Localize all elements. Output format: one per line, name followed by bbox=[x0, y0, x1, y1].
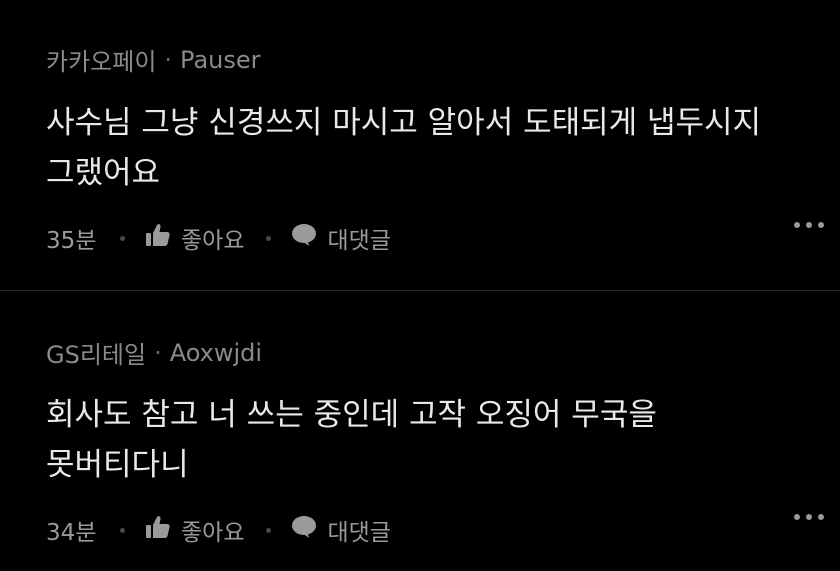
meta-separator: · bbox=[164, 45, 173, 74]
comment-author-line: GS리테일 · Aoxwjdi bbox=[46, 335, 262, 370]
author-company[interactable]: GS리테일 bbox=[46, 335, 146, 370]
author-nickname[interactable]: Pauser bbox=[180, 46, 260, 74]
reply-label: 대댓글 bbox=[327, 228, 391, 254]
more-dots-icon[interactable] bbox=[794, 514, 824, 520]
reply-button[interactable]: 대댓글 bbox=[291, 513, 391, 547]
comment-author-line: 카카오페이 · Pauser bbox=[46, 42, 261, 77]
dot bbox=[794, 222, 800, 228]
reply-label: 대댓글 bbox=[327, 520, 391, 546]
dot bbox=[806, 222, 812, 228]
comment-time: 35분 bbox=[46, 228, 97, 254]
dot bbox=[794, 514, 800, 520]
comment-actions: 35분 좋아요 대댓글 bbox=[46, 220, 824, 256]
comment-actions: 34분 좋아요 대댓글 bbox=[46, 512, 824, 548]
thumbs-up-icon bbox=[145, 515, 171, 545]
dot bbox=[818, 514, 824, 520]
comment-time: 34분 bbox=[46, 520, 97, 546]
thumbs-up-icon bbox=[145, 223, 171, 253]
meta-separator: · bbox=[154, 338, 162, 367]
dot bbox=[818, 222, 824, 228]
action-separator bbox=[120, 235, 125, 241]
comment-item: GS리테일 · Aoxwjdi 회사도 참고 너 쓰는 중인데 고작 오징어 무… bbox=[0, 291, 840, 571]
more-dots-icon[interactable] bbox=[794, 222, 824, 228]
reply-button[interactable]: 대댓글 bbox=[291, 221, 391, 255]
action-separator bbox=[266, 527, 272, 533]
like-button[interactable]: 좋아요 bbox=[145, 221, 244, 255]
author-nickname[interactable]: Aoxwjdi bbox=[170, 339, 262, 367]
like-label: 좋아요 bbox=[181, 520, 245, 546]
dot bbox=[806, 514, 812, 520]
like-button[interactable]: 좋아요 bbox=[145, 513, 244, 547]
comment-item: 카카오페이 · Pauser 사수님 그냥 신경쓰지 마시고 알아서 도태되게 … bbox=[0, 0, 840, 290]
like-label: 좋아요 bbox=[181, 228, 245, 254]
author-company[interactable]: 카카오페이 bbox=[46, 42, 156, 77]
speech-bubble-icon bbox=[291, 223, 317, 253]
speech-bubble-icon bbox=[291, 515, 317, 545]
comment-text: 사수님 그냥 신경쓰지 마시고 알아서 도태되게 냅두시지 그랬어요 bbox=[46, 105, 762, 191]
action-separator bbox=[266, 235, 272, 241]
comment-text: 회사도 참고 너 쓰는 중인데 고작 오징어 무국을 못버티다니 bbox=[46, 397, 657, 483]
action-separator bbox=[120, 527, 125, 533]
